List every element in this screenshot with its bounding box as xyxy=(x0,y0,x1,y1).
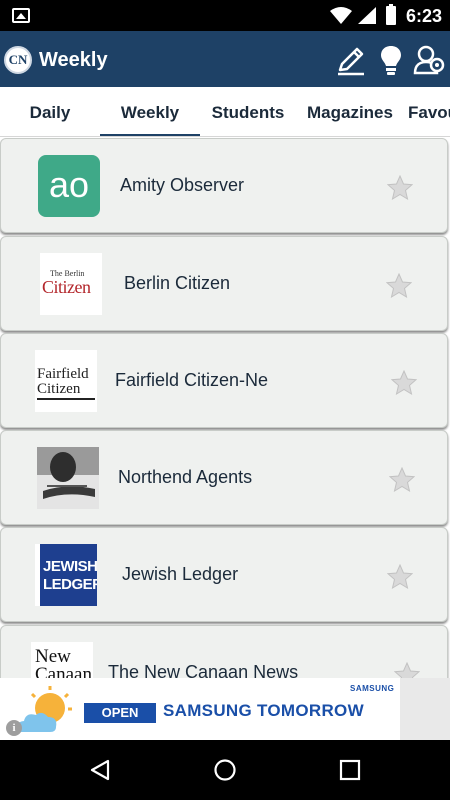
battery-icon xyxy=(386,4,396,25)
home-icon[interactable] xyxy=(213,758,237,782)
berlin-citizen-logo: The Berlin Citizen xyxy=(40,253,102,315)
publication-name: The New Canaan News xyxy=(108,662,299,678)
favorite-star-icon[interactable] xyxy=(391,370,417,396)
list-item[interactable]: Northend Agents xyxy=(0,430,448,525)
page-title: Weekly xyxy=(39,49,108,71)
logo-rule xyxy=(37,398,95,400)
sun-cloud-icon xyxy=(15,686,72,732)
logo-box xyxy=(40,544,97,606)
fairfield-citizen-logo: Fairfield Citizen xyxy=(35,350,97,412)
tab-weekly[interactable]: Weekly xyxy=(100,87,200,136)
gallery-notification-icon xyxy=(12,8,30,23)
ad-info-icon[interactable]: i xyxy=(6,720,22,736)
logo-line: JEWISH xyxy=(43,558,97,575)
publication-name: Berlin Citizen xyxy=(124,273,231,293)
tab-students[interactable]: Students xyxy=(200,87,296,136)
favorite-star-icon[interactable] xyxy=(394,662,420,678)
amity-observer-logo: ao xyxy=(38,155,100,217)
favorite-star-icon[interactable] xyxy=(387,175,413,201)
list-item[interactable]: The Berlin Citizen Berlin Citizen xyxy=(0,236,448,331)
samsung-logo: SAMSUNG xyxy=(350,684,395,693)
new-canaan-news-logo: New Canaan xyxy=(31,642,93,678)
logo-line: LEDGER xyxy=(43,576,97,593)
status-time: 6:23 xyxy=(406,6,443,26)
list-item[interactable]: New Canaan The New Canaan News xyxy=(0,625,448,678)
jewish-ledger-logo: JEWISH LEDGER xyxy=(35,544,97,606)
list-item[interactable]: ao Amity Observer xyxy=(0,138,448,233)
logo-text: Citizen xyxy=(42,277,91,297)
ad-headline: SAMSUNG TOMORROW xyxy=(163,701,364,720)
app-logo[interactable]: CN xyxy=(4,46,32,74)
tab-magazines[interactable]: Magazines xyxy=(300,87,400,136)
publication-name: Amity Observer xyxy=(120,175,245,195)
logo-line: Canaan xyxy=(35,664,92,678)
status-bar: 6:23 xyxy=(0,0,450,31)
section-tabs: Daily Weekly Students Magazines Favou xyxy=(0,87,450,137)
edit-pencil-icon[interactable] xyxy=(334,43,368,77)
account-icon[interactable] xyxy=(412,43,446,77)
publication-list: ao Amity Observer The Berlin Citizen Ber… xyxy=(0,137,450,678)
ad-content[interactable]: SAMSUNG OPEN SAMSUNG TOMORROW i xyxy=(0,678,400,740)
tab-favorites[interactable]: Favou xyxy=(408,87,450,136)
back-icon[interactable] xyxy=(88,758,112,782)
system-navigation-bar xyxy=(0,740,450,800)
list-item[interactable]: JEWISH LEDGER Jewish Ledger xyxy=(0,527,448,622)
recent-apps-icon[interactable] xyxy=(338,758,362,782)
logo-line: Citizen xyxy=(37,381,81,397)
tab-daily[interactable]: Daily xyxy=(0,87,100,136)
publication-name: Northend Agents xyxy=(118,467,253,487)
cellular-signal-icon xyxy=(358,7,376,24)
northend-agents-photo xyxy=(37,447,99,509)
list-item[interactable]: Fairfield Citizen Fairfield Citizen-Ne xyxy=(0,333,448,428)
favorite-star-icon[interactable] xyxy=(389,467,415,493)
publication-name: Jewish Ledger xyxy=(122,564,239,584)
publication-name: Fairfield Citizen-Ne xyxy=(115,370,269,390)
lightbulb-icon[interactable] xyxy=(374,43,408,77)
newspaper-photo-icon xyxy=(37,447,99,509)
app-bar: CN Weekly xyxy=(0,31,450,87)
favorite-star-icon[interactable] xyxy=(387,564,413,590)
ad-open-button[interactable]: OPEN xyxy=(84,703,156,723)
favorite-star-icon[interactable] xyxy=(386,273,412,299)
ad-banner[interactable]: SAMSUNG OPEN SAMSUNG TOMORROW i xyxy=(0,678,450,740)
wifi-icon xyxy=(330,7,352,24)
